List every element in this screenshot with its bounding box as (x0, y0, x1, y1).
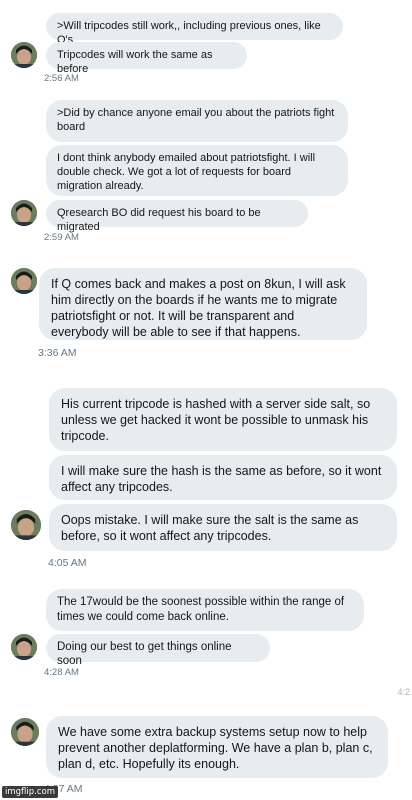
timestamp: 2:56 AM (44, 73, 79, 84)
watermark: imgflip.com (2, 786, 59, 798)
avatar-image (11, 510, 41, 540)
message-bubble[interactable]: Doing our best to get things online soon (46, 634, 270, 667)
message-bubble[interactable]: Qresearch BO did request his board to be… (46, 200, 308, 233)
message-bubble[interactable]: Tripcodes will work the same as before (46, 42, 247, 75)
message-bubble[interactable]: If Q comes back and makes a post on 8kun… (39, 268, 367, 340)
message-bubble[interactable]: His current tripcode is hashed with a se… (49, 388, 397, 451)
avatar-image (11, 42, 37, 68)
timestamp: 2:59 AM (44, 232, 79, 243)
avatar[interactable] (11, 200, 37, 226)
message-bubble[interactable]: We have some extra backup systems setup … (46, 716, 388, 778)
avatar[interactable] (11, 634, 37, 660)
message-bubble[interactable]: I will make sure the hash is the same as… (49, 455, 397, 500)
timestamp: 4:05 AM (48, 557, 87, 569)
avatar-image (11, 200, 37, 226)
avatar[interactable] (11, 268, 37, 294)
avatar-image (11, 718, 39, 746)
avatar[interactable] (11, 42, 37, 68)
message-bubble[interactable]: >Will tripcodes still work,, including p… (46, 13, 343, 46)
partial-timestamp: 4:2 (397, 687, 410, 697)
message-bubble[interactable]: I dont think anybody emailed about patri… (46, 145, 348, 196)
message-bubble[interactable]: >Did by chance anyone email you about th… (46, 100, 348, 142)
avatar-image (11, 268, 37, 294)
avatar[interactable] (11, 510, 41, 540)
timestamp: 4:28 AM (44, 667, 79, 678)
message-bubble[interactable]: Oops mistake. I will make sure the salt … (49, 504, 397, 551)
avatar-image (11, 634, 37, 660)
avatar[interactable] (11, 718, 39, 746)
message-bubble[interactable]: The 17would be the soonest possible with… (46, 589, 364, 631)
timestamp: 3:36 AM (38, 347, 77, 359)
